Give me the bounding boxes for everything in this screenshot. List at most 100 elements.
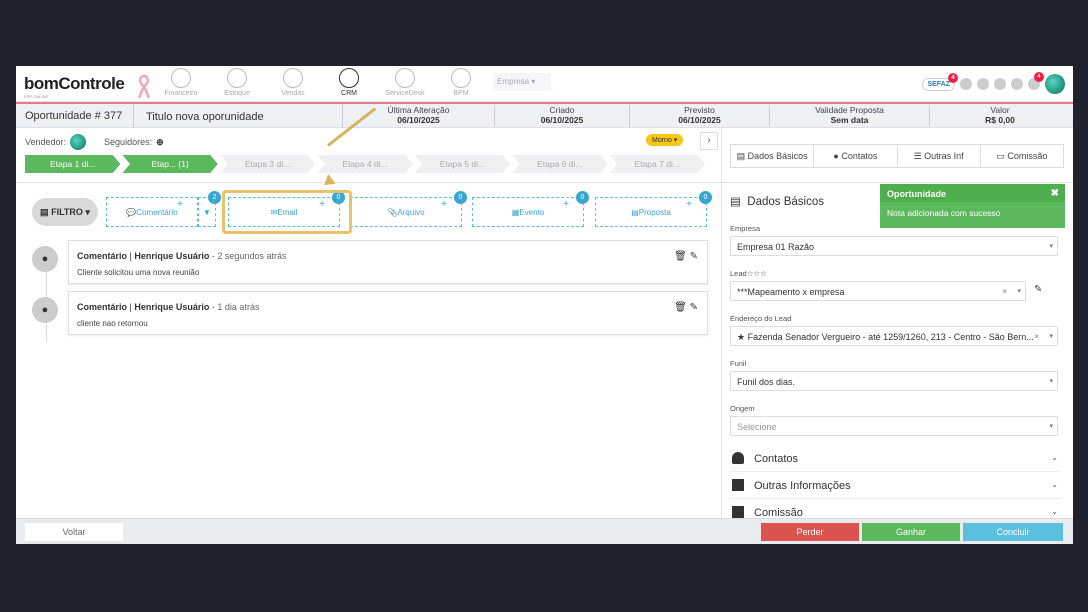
clear-icon[interactable]: × [1002,287,1007,296]
opportunity-title[interactable]: Titulo nova oporunidade [133,104,343,128]
funil-select[interactable]: Funil dos dias. ▾ [730,371,1058,391]
tab-dados-basicos[interactable]: ▤ Dados Básicos [731,145,815,167]
sefaz-label: SEFAZ [927,80,950,88]
endereco-label: Endereço do Lead [730,314,792,323]
opportunity-number: Oportunidade # 377 [25,110,123,122]
file-icon: ▤ [736,151,746,161]
sefaz-button[interactable]: SEFAZ 4 [922,72,958,91]
step-1[interactable]: Etapa 1 di... [25,155,121,173]
validade-value: Sem data [830,115,869,125]
proposta-count: 0 [699,191,712,204]
user-icon: ● [833,151,839,161]
nav-estoque[interactable]: Estoque [210,68,264,97]
valor-value: R$ 0,00 [985,115,1015,125]
pink-ribbon-icon [137,74,151,99]
step-4[interactable]: Etapa 4 di... [317,155,413,173]
nav-label: Estoque [224,90,250,97]
collapse-panel-button[interactable]: › [700,132,718,150]
step-6[interactable]: Etapa 6 di... [512,155,608,173]
bell-icon[interactable]: 4 [1028,72,1044,90]
endereco-select[interactable]: ★ Fazenda Senador Vergueiro - até 1259/1… [730,326,1058,346]
valor-label: Valor [990,105,1010,115]
user-avatar[interactable] [1045,74,1065,94]
tab-label: Comissão [1007,151,1048,161]
divider [16,182,721,183]
list-icon [732,479,744,491]
nav-crm[interactable]: CRM [322,68,376,97]
caret-down-icon: ▾ [1049,423,1053,430]
origem-select[interactable]: Selecione ▾ [730,416,1058,436]
step-3[interactable]: Etapa 3 di... [219,155,316,173]
accordion-contatos[interactable]: Contatos ⌄ [730,446,1060,472]
tab-contatos[interactable]: ● Contatos [814,145,898,167]
edit-icon[interactable]: ✎ [690,251,698,262]
section-title-text: Dados Básicos [747,196,824,208]
top-right-tools: SEFAZ 4 4 [922,71,1065,97]
accordion-label: Contatos [754,453,799,465]
voltar-button[interactable]: Voltar [25,523,123,541]
add-evento-button[interactable]: + ▦Evento 0 [472,191,589,227]
step-5[interactable]: Etapa 5 di... [414,155,511,173]
tab-label: Dados Básicos [747,151,808,161]
perder-button[interactable]: Perder [761,523,859,541]
nav-label: ServiceDesk [385,90,425,97]
nav-bpm[interactable]: BPM [434,68,488,97]
success-toast: Oportunidade Nota adicionada com sucesso… [880,184,1065,228]
nav-financeiro[interactable]: Financeiro [154,68,208,97]
lead-select[interactable]: ***Mapeamento x empresa × ▾ [730,281,1026,301]
nav-servicedesk[interactable]: ServiceDesk [378,68,432,97]
add-comentario-button[interactable]: + 💬Comentário [106,197,198,227]
caret-down-icon: ▾ [531,77,536,86]
gear-icon[interactable] [994,78,1006,90]
edit-icon[interactable]: ✎ [690,302,698,313]
concluir-button[interactable]: Concluir [963,523,1063,541]
trash-icon[interactable]: 🗑 [674,251,687,262]
temperature-badge[interactable]: Morno ▾ [646,134,684,146]
money-icon [732,506,744,518]
entry-type: Comentário [77,251,128,261]
ganhar-button[interactable]: Ganhar [862,523,960,541]
chevron-down-icon: ⌄ [1051,507,1058,516]
entry-type: Comentário [77,302,128,312]
empresa-select[interactable]: Empresa 01 Razão ▾ [730,236,1058,256]
add-arquivo-button[interactable]: + 📎Arquivo 0 [350,191,467,227]
filter-button[interactable]: ▤ FILTRO ▾ [32,198,98,226]
brand-logo[interactable]: bomControle ERP ONLINE [24,74,125,99]
plus-icon: + [177,199,183,210]
add-proposta-button[interactable]: + ▤Proposta 0 [595,191,712,227]
trash-icon[interactable]: 🗑 [674,302,687,313]
entry-time: - 2 segundos atrás [211,251,287,261]
document-icon: ▤ [40,207,49,217]
calendar-icon[interactable] [977,78,989,90]
clear-icon[interactable]: × [1034,332,1039,341]
caret-down-icon: ▾ [1049,243,1053,250]
criado: Criado 06/10/2025 [495,105,630,127]
empresa-select[interactable]: Empresa ▾ [493,73,551,91]
headset-icon [395,68,415,88]
tab-label: Contatos [841,151,878,161]
tab-outras-inf[interactable]: ☰ Outras Inf [898,145,981,167]
cart-icon [283,68,303,88]
whatsapp-icon[interactable] [960,78,972,90]
chevron-right-icon: › [707,135,711,146]
empresa-select-label: Empresa [497,77,530,86]
vendedor-avatar[interactable] [70,134,87,150]
step-2[interactable]: Etap... (1) [122,155,218,173]
comentario-filter-button[interactable]: ▼ 2 [198,191,221,227]
add-follower-icon[interactable]: ⊕ [156,137,164,148]
criado-label: Criado [549,105,575,115]
flow-icon [451,68,471,88]
help-icon[interactable] [1011,78,1023,90]
step-7[interactable]: Etapa 7 di... [609,155,705,173]
funnel-icon: ▼ [203,208,211,217]
nav-label: CRM [341,90,357,97]
tab-comissao[interactable]: ▭ Comissão [981,145,1063,167]
accordion-outras-informacoes[interactable]: Outras Informações ⌄ [730,473,1060,499]
nav-vendas[interactable]: Vendas [266,68,320,97]
filter-label: FILTRO [51,207,83,217]
brand-name: bomControle [24,74,125,93]
plus-icon: + [563,199,569,210]
close-icon[interactable]: ✖ [1051,188,1059,199]
details-tabs: ▤ Dados Básicos ● Contatos ☰ Outras Inf … [730,144,1064,168]
edit-lead-icon[interactable]: ✎ [1034,284,1042,295]
